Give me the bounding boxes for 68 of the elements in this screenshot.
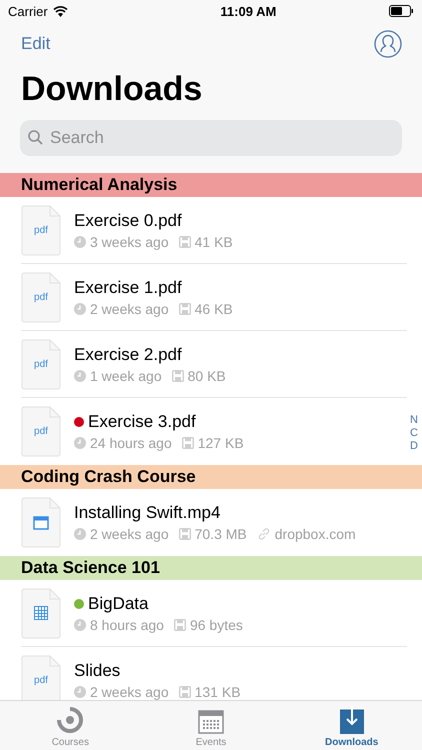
document-icon xyxy=(21,497,61,548)
clock-icon xyxy=(74,370,86,382)
spreadsheet-icon xyxy=(34,606,48,620)
file-age: 2 weeks ago xyxy=(90,526,169,542)
document-icon xyxy=(21,272,61,322)
page-title: Downloads xyxy=(20,69,204,110)
clock-icon xyxy=(74,618,86,630)
file-row[interactable]: pdf Exercise 1.pdf 2 weeks ago 46 KB xyxy=(21,264,407,331)
target-icon xyxy=(56,706,84,734)
file-size: 127 KB xyxy=(198,435,244,451)
document-icon xyxy=(21,338,61,390)
file-name: Exercise 1.pdf xyxy=(74,278,182,298)
video-icon xyxy=(33,516,49,530)
file-type-label: pdf xyxy=(34,426,48,437)
file-row[interactable]: Installing Swift.mp4 2 weeks ago 70.3 MB dropbox.com xyxy=(21,489,407,556)
file-type-label: pdf xyxy=(34,292,48,302)
wifi-icon xyxy=(52,6,68,16)
profile-icon[interactable] xyxy=(374,30,402,58)
document-icon xyxy=(21,588,61,638)
section-header: Numerical Analysis xyxy=(0,173,422,197)
tab-bar-item[interactable]: Downloads xyxy=(281,701,422,750)
file-type-label: pdf xyxy=(34,675,48,686)
file-age: 3 weeks ago xyxy=(90,234,169,250)
file-source: dropbox.com xyxy=(274,526,356,542)
document-icon xyxy=(21,204,61,256)
section-index-letter[interactable]: C xyxy=(410,427,418,440)
clock-icon xyxy=(74,236,86,248)
file-size: 70.3 MB xyxy=(194,526,247,542)
clock-icon xyxy=(74,437,86,449)
document-icon xyxy=(21,406,61,457)
file-age: 8 hours ago xyxy=(90,616,164,632)
file-row[interactable]: pdf Slides 2 weeks ago 131 KB xyxy=(21,647,407,700)
file-row[interactable]: BigData 8 hours ago 96 bytes xyxy=(21,580,407,647)
file-age: 1 week ago xyxy=(90,368,162,384)
file-size: 46 KB xyxy=(194,300,233,316)
download-icon xyxy=(340,706,364,734)
section-header: Data Science 101 xyxy=(0,556,422,580)
carrier-label: Carrier xyxy=(8,4,48,18)
file-size: 131 KB xyxy=(194,684,241,700)
file-name: Installing Swift.mp4 xyxy=(74,503,220,523)
link-icon xyxy=(256,527,271,541)
file-size: 41 KB xyxy=(194,234,233,250)
search-icon xyxy=(28,130,43,145)
file-type-label: pdf xyxy=(34,358,48,370)
file-size: 80 KB xyxy=(188,368,226,384)
section-index-letter[interactable]: D xyxy=(410,440,418,453)
search-field[interactable]: Search xyxy=(20,120,402,156)
battery-icon xyxy=(389,5,414,17)
file-size: 96 bytes xyxy=(190,616,243,632)
file-age: 2 weeks ago xyxy=(90,684,169,700)
section-header: Coding Crash Course xyxy=(0,465,422,489)
file-type-label: pdf xyxy=(34,224,48,236)
file-name: BigData xyxy=(88,594,148,614)
section-index-letter[interactable]: N xyxy=(410,414,418,427)
edit-button[interactable]: Edit xyxy=(21,34,50,54)
file-name: Slides xyxy=(74,661,120,681)
file-name: Exercise 3.pdf xyxy=(88,412,196,432)
clock-icon xyxy=(74,302,86,314)
file-row[interactable]: pdf Exercise 2.pdf 1 week ago 80 KB xyxy=(21,331,407,398)
clock-time: 11:09 AM xyxy=(220,4,276,18)
file-age: 24 hours ago xyxy=(90,435,172,451)
file-row[interactable]: pdf Exercise 0.pdf 3 weeks ago 41 KB xyxy=(21,197,407,264)
file-row[interactable]: pdf Exercise 3.pdf 24 hours ago 127 KB xyxy=(21,398,407,465)
file-name: Exercise 2.pdf xyxy=(74,344,182,364)
file-age: 2 weeks ago xyxy=(90,300,169,316)
calendar-icon xyxy=(198,710,224,734)
clock-icon xyxy=(74,528,86,540)
file-name: Exercise 0.pdf xyxy=(74,210,182,230)
